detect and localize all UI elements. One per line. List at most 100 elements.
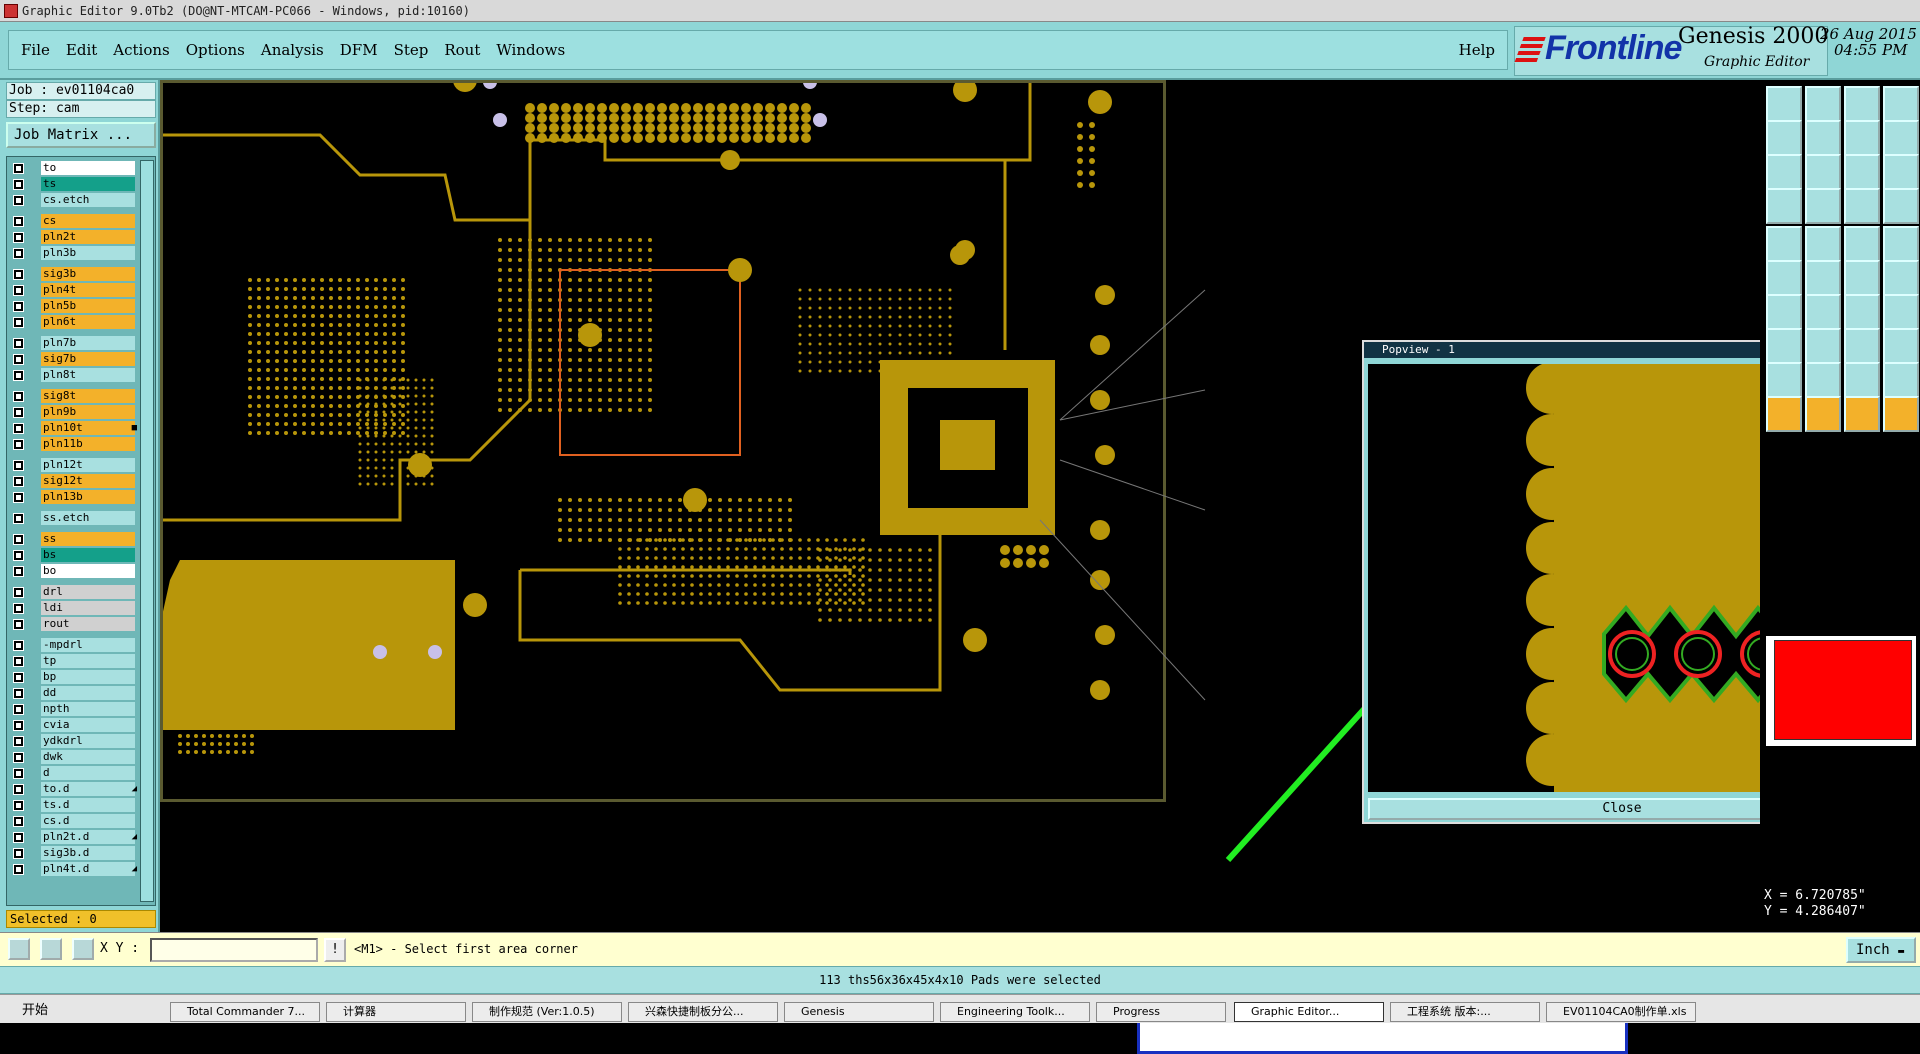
menu-dfm[interactable]: DFM xyxy=(340,41,378,59)
layer-name[interactable]: drl xyxy=(41,585,135,599)
pad-red-icon[interactable] xyxy=(1766,328,1802,364)
line-cut-icon[interactable] xyxy=(1805,294,1841,330)
layer-checkbox[interactable] xyxy=(13,832,24,843)
layer-display-icon[interactable] xyxy=(1766,188,1802,224)
route-red-icon[interactable] xyxy=(1883,188,1919,224)
task-graphic-editor[interactable]: Graphic Editor... xyxy=(1234,1002,1384,1022)
task-calculator[interactable]: 计算器 xyxy=(326,1002,466,1022)
layer-checkbox[interactable] xyxy=(13,603,24,614)
layer-name[interactable]: ydkdrl xyxy=(41,734,135,748)
layout-icon[interactable] xyxy=(1883,86,1919,122)
help-icon[interactable] xyxy=(1883,154,1919,190)
measure-icon[interactable] xyxy=(40,938,62,960)
layer-row-ts[interactable]: ts xyxy=(11,177,135,192)
menu-rout[interactable]: Rout xyxy=(444,41,480,59)
layer-checkbox[interactable] xyxy=(13,619,24,630)
layer-checkbox[interactable] xyxy=(13,195,24,206)
layer-name[interactable]: to xyxy=(41,161,135,175)
task-excel[interactable]: EV01104CA0制作单.xls xyxy=(1546,1002,1696,1022)
layer-row-sig8t[interactable]: sig8t xyxy=(11,389,135,404)
split-icon[interactable] xyxy=(1883,120,1919,156)
layer-checkbox[interactable] xyxy=(13,216,24,227)
layer-row-sig3b[interactable]: sig3b xyxy=(11,267,135,282)
layer-checkbox[interactable] xyxy=(13,688,24,699)
layer-name[interactable]: ldi xyxy=(41,601,135,615)
layer-row-csetch[interactable]: cs.etch xyxy=(11,193,135,208)
grid-icon[interactable] xyxy=(72,938,94,960)
fit-all-icon[interactable] xyxy=(1766,154,1802,190)
measure-icon[interactable] xyxy=(1844,328,1880,364)
line-red-icon[interactable] xyxy=(1766,294,1802,330)
layer-name[interactable]: bs xyxy=(41,548,135,562)
layer-name[interactable]: rout xyxy=(41,617,135,631)
menu-help[interactable]: Help xyxy=(1459,41,1495,59)
layer-row-pln5b[interactable]: pln5b xyxy=(11,299,135,314)
layer-row-sig12t[interactable]: sig12t xyxy=(11,474,135,489)
task-engineering-system[interactable]: 工程系统 版本:... xyxy=(1390,1002,1540,1022)
layer-checkbox[interactable] xyxy=(13,163,24,174)
layer-row-ydkdrl[interactable]: ydkdrl xyxy=(11,734,135,749)
layer-row-to[interactable]: to xyxy=(11,161,135,176)
layer-name[interactable]: pln2t.d xyxy=(41,830,135,844)
layer-checkbox[interactable] xyxy=(13,248,24,259)
layer-row-cvia[interactable]: cvia xyxy=(11,718,135,733)
align-right-icon[interactable] xyxy=(1805,120,1841,156)
task-genesis[interactable]: Genesis xyxy=(784,1002,934,1022)
layer-row-sig7b[interactable]: sig7b xyxy=(11,352,135,367)
menu-windows[interactable]: Windows xyxy=(496,41,565,59)
layer-name[interactable]: d xyxy=(41,766,135,780)
xy-input[interactable] xyxy=(150,938,318,962)
layer-checkbox[interactable] xyxy=(13,550,24,561)
execute-button[interactable]: ! xyxy=(324,938,346,962)
layer-name[interactable]: cs.etch xyxy=(41,193,135,207)
layer-row-pln4td[interactable]: pln4t.d ◢ xyxy=(11,862,137,877)
layer-checkbox[interactable] xyxy=(13,587,24,598)
layer-checkbox[interactable] xyxy=(13,492,24,503)
menu-edit[interactable]: Edit xyxy=(66,41,97,59)
layer-row-pln7b[interactable]: pln7b xyxy=(11,336,135,351)
layer-checkbox[interactable] xyxy=(13,704,24,715)
ruler-icon[interactable] xyxy=(1844,226,1880,262)
layer-name[interactable]: bo xyxy=(41,564,135,578)
connect-icon[interactable] xyxy=(1766,260,1802,296)
layer-row-bo[interactable]: bo xyxy=(11,564,135,579)
slash-select-icon[interactable] xyxy=(1805,226,1841,262)
menu-options[interactable]: Options xyxy=(186,41,245,59)
layer-row-pln4t[interactable]: pln4t xyxy=(11,283,135,298)
triangle-d-icon[interactable] xyxy=(1883,362,1919,398)
layer-checkbox[interactable] xyxy=(13,338,24,349)
layer-row-tp[interactable]: tp xyxy=(11,654,135,669)
pointer-icon[interactable] xyxy=(1766,396,1802,432)
layer-name[interactable]: sig3b.d xyxy=(41,846,135,860)
layer-name[interactable]: cs xyxy=(41,214,135,228)
home-icon[interactable] xyxy=(1844,86,1880,122)
layer-checkbox[interactable] xyxy=(13,752,24,763)
layer-name[interactable]: sig3b xyxy=(41,267,135,281)
layer-checkbox[interactable] xyxy=(13,768,24,779)
layer-row-pln10t[interactable]: pln10t ■ xyxy=(11,421,137,436)
add-line-icon[interactable] xyxy=(1844,260,1880,296)
flip-icon[interactable] xyxy=(1844,120,1880,156)
layer-checkbox[interactable] xyxy=(13,179,24,190)
layer-row-pln12t[interactable]: pln12t xyxy=(11,458,135,473)
feature-select-icon[interactable] xyxy=(1766,226,1802,262)
layer-checkbox[interactable] xyxy=(13,354,24,365)
unit-selector[interactable]: Inch ▬ xyxy=(1846,937,1916,963)
layer-checkbox[interactable] xyxy=(13,391,24,402)
snap-red-icon[interactable] xyxy=(1844,188,1880,224)
task-company[interactable]: 兴森快捷制板分公... xyxy=(628,1002,778,1022)
layer-checkbox[interactable] xyxy=(13,800,24,811)
layer-name[interactable]: pln13b xyxy=(41,490,135,504)
layer-name[interactable]: dd xyxy=(41,686,135,700)
layer-name[interactable]: pln6t xyxy=(41,315,135,329)
layer-row-pln2t[interactable]: pln2t xyxy=(11,230,135,245)
layer-name[interactable]: sig8t xyxy=(41,389,135,403)
layer-checkbox[interactable] xyxy=(13,736,24,747)
layer-name[interactable]: npth xyxy=(41,702,135,716)
layer-row-npth[interactable]: npth xyxy=(11,702,135,717)
layer-checkbox[interactable] xyxy=(13,232,24,243)
layer-list-scrollbar[interactable] xyxy=(140,160,154,902)
layer-name[interactable]: pln10t xyxy=(41,421,135,435)
task-total-commander[interactable]: Total Commander 7... xyxy=(170,1002,320,1022)
layer-row-ssetch[interactable]: ss.etch xyxy=(11,511,135,526)
